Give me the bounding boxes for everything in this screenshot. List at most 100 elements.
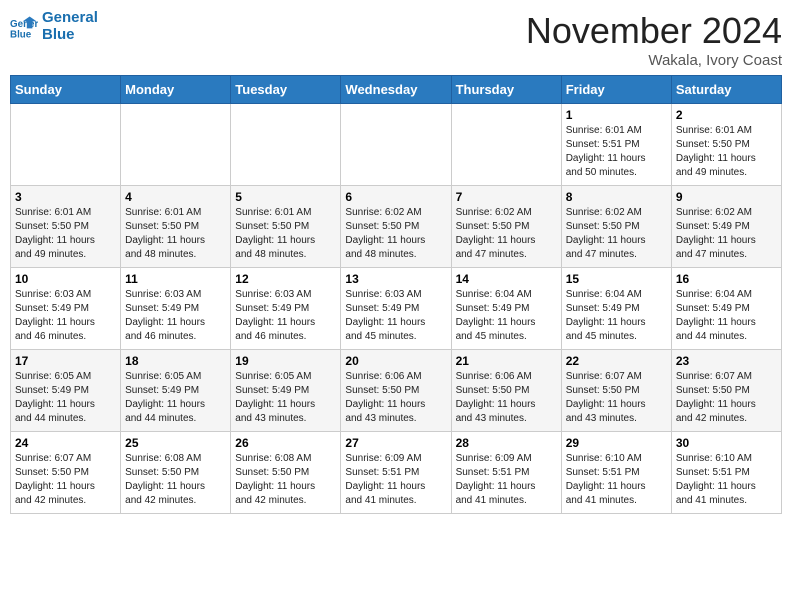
- calendar-body: 1 Sunrise: 6:01 AM Sunset: 5:51 PM Daylig…: [11, 104, 782, 514]
- day-number: 12: [235, 272, 336, 286]
- calendar-cell: 6Sunrise: 6:02 AM Sunset: 5:50 PM Daylig…: [341, 186, 451, 268]
- calendar-week-1: 1 Sunrise: 6:01 AM Sunset: 5:51 PM Daylig…: [11, 104, 782, 186]
- day-number: 10: [15, 272, 116, 286]
- day-number: 18: [125, 354, 226, 368]
- calendar-cell: 11Sunrise: 6:03 AM Sunset: 5:49 PM Dayli…: [121, 268, 231, 350]
- calendar-cell: 16 Sunrise: 6:04 AM Sunset: 5:49 PM Dayli…: [671, 268, 781, 350]
- day-number: 11: [125, 272, 226, 286]
- page-header: General Blue General Blue November 2024 …: [10, 10, 782, 69]
- day-number: 17: [15, 354, 116, 368]
- day-header-thursday: Thursday: [451, 76, 561, 104]
- calendar-cell: 14 Sunrise: 6:04 AM Sunset: 5:49 PM Dayli…: [451, 268, 561, 350]
- day-number: 29: [566, 436, 667, 450]
- calendar-cell: 27Sunrise: 6:09 AM Sunset: 5:51 PM Dayli…: [341, 432, 451, 514]
- day-info: Sunrise: 6:01 AM Sunset: 5:50 PM Dayligh…: [15, 206, 116, 262]
- day-header-saturday: Saturday: [671, 76, 781, 104]
- calendar-cell: 9 Sunrise: 6:02 AM Sunset: 5:49 PM Daylig…: [671, 186, 781, 268]
- calendar-cell: 5Sunrise: 6:01 AM Sunset: 5:50 PM Daylig…: [231, 186, 341, 268]
- calendar-cell: 3Sunrise: 6:01 AM Sunset: 5:50 PM Daylig…: [11, 186, 121, 268]
- calendar-week-3: 10 Sunrise: 6:03 AM Sunset: 5:49 PM Dayli…: [11, 268, 782, 350]
- day-header-wednesday: Wednesday: [341, 76, 451, 104]
- day-info: Sunrise: 6:10 AM Sunset: 5:51 PM Dayligh…: [676, 452, 777, 508]
- day-info: Sunrise: 6:02 AM Sunset: 5:50 PM Dayligh…: [566, 206, 667, 262]
- calendar-cell: 26 Sunrise: 6:08 AM Sunset: 5:50 PM Dayli…: [231, 432, 341, 514]
- calendar-cell: 30 Sunrise: 6:10 AM Sunset: 5:51 PM Dayli…: [671, 432, 781, 514]
- calendar-cell: [341, 104, 451, 186]
- day-info: Sunrise: 6:03 AM Sunset: 5:49 PM Dayligh…: [15, 288, 116, 344]
- day-info: Sunrise: 6:07 AM Sunset: 5:50 PM Dayligh…: [566, 370, 667, 426]
- calendar-cell: [121, 104, 231, 186]
- day-number: 28: [456, 436, 557, 450]
- day-info: Sunrise: 6:08 AM Sunset: 5:50 PM Dayligh…: [235, 452, 336, 508]
- day-info: Sunrise: 6:01 AM Sunset: 5:51 PM Dayligh…: [566, 124, 667, 180]
- day-header-sunday: Sunday: [11, 76, 121, 104]
- day-info: Sunrise: 6:04 AM Sunset: 5:49 PM Dayligh…: [676, 288, 777, 344]
- day-info: Sunrise: 6:02 AM Sunset: 5:50 PM Dayligh…: [345, 206, 446, 262]
- calendar-cell: 25 Sunrise: 6:08 AM Sunset: 5:50 PM Dayli…: [121, 432, 231, 514]
- logo-general: General: [42, 10, 98, 27]
- calendar-cell: 29 Sunrise: 6:10 AM Sunset: 5:51 PM Dayli…: [561, 432, 671, 514]
- day-info: Sunrise: 6:04 AM Sunset: 5:49 PM Dayligh…: [566, 288, 667, 344]
- day-number: 20: [345, 354, 446, 368]
- day-info: Sunrise: 6:03 AM Sunset: 5:49 PM Dayligh…: [235, 288, 336, 344]
- calendar-cell: 8 Sunrise: 6:02 AM Sunset: 5:50 PM Daylig…: [561, 186, 671, 268]
- calendar-cell: 18 Sunrise: 6:05 AM Sunset: 5:49 PM Dayli…: [121, 350, 231, 432]
- day-number: 14: [456, 272, 557, 286]
- day-number: 5: [235, 190, 336, 204]
- day-number: 7: [456, 190, 557, 204]
- logo-icon: General Blue: [10, 13, 38, 41]
- day-info: Sunrise: 6:10 AM Sunset: 5:51 PM Dayligh…: [566, 452, 667, 508]
- day-info: Sunrise: 6:04 AM Sunset: 5:49 PM Dayligh…: [456, 288, 557, 344]
- day-info: Sunrise: 6:07 AM Sunset: 5:50 PM Dayligh…: [15, 452, 116, 508]
- day-info: Sunrise: 6:05 AM Sunset: 5:49 PM Dayligh…: [15, 370, 116, 426]
- calendar-week-5: 24 Sunrise: 6:07 AM Sunset: 5:50 PM Dayli…: [11, 432, 782, 514]
- day-info: Sunrise: 6:01 AM Sunset: 5:50 PM Dayligh…: [125, 206, 226, 262]
- calendar-cell: 13Sunrise: 6:03 AM Sunset: 5:49 PM Dayli…: [341, 268, 451, 350]
- month-title: November 2024: [526, 10, 782, 52]
- day-info: Sunrise: 6:08 AM Sunset: 5:50 PM Dayligh…: [125, 452, 226, 508]
- day-info: Sunrise: 6:07 AM Sunset: 5:50 PM Dayligh…: [676, 370, 777, 426]
- day-info: Sunrise: 6:05 AM Sunset: 5:49 PM Dayligh…: [125, 370, 226, 426]
- day-info: Sunrise: 6:05 AM Sunset: 5:49 PM Dayligh…: [235, 370, 336, 426]
- calendar-cell: 7Sunrise: 6:02 AM Sunset: 5:50 PM Daylig…: [451, 186, 561, 268]
- title-block: November 2024 Wakala, Ivory Coast: [526, 10, 782, 69]
- logo-blue: Blue: [42, 27, 98, 44]
- day-info: Sunrise: 6:01 AM Sunset: 5:50 PM Dayligh…: [676, 124, 777, 180]
- calendar-cell: 19Sunrise: 6:05 AM Sunset: 5:49 PM Dayli…: [231, 350, 341, 432]
- day-number: 9: [676, 190, 777, 204]
- calendar-cell: 23 Sunrise: 6:07 AM Sunset: 5:50 PM Dayli…: [671, 350, 781, 432]
- day-number: 24: [15, 436, 116, 450]
- calendar-cell: 22Sunrise: 6:07 AM Sunset: 5:50 PM Dayli…: [561, 350, 671, 432]
- calendar-cell: 21Sunrise: 6:06 AM Sunset: 5:50 PM Dayli…: [451, 350, 561, 432]
- calendar-cell: 2 Sunrise: 6:01 AM Sunset: 5:50 PM Daylig…: [671, 104, 781, 186]
- calendar-cell: 24 Sunrise: 6:07 AM Sunset: 5:50 PM Dayli…: [11, 432, 121, 514]
- day-info: Sunrise: 6:09 AM Sunset: 5:51 PM Dayligh…: [456, 452, 557, 508]
- calendar-week-4: 17 Sunrise: 6:05 AM Sunset: 5:49 PM Dayli…: [11, 350, 782, 432]
- calendar-cell: 20Sunrise: 6:06 AM Sunset: 5:50 PM Dayli…: [341, 350, 451, 432]
- calendar-cell: 17 Sunrise: 6:05 AM Sunset: 5:49 PM Dayli…: [11, 350, 121, 432]
- day-number: 25: [125, 436, 226, 450]
- calendar-cell: 10 Sunrise: 6:03 AM Sunset: 5:49 PM Dayli…: [11, 268, 121, 350]
- day-number: 13: [345, 272, 446, 286]
- day-number: 4: [125, 190, 226, 204]
- day-number: 1: [566, 108, 667, 122]
- day-info: Sunrise: 6:09 AM Sunset: 5:51 PM Dayligh…: [345, 452, 446, 508]
- calendar-cell: 15Sunrise: 6:04 AM Sunset: 5:49 PM Dayli…: [561, 268, 671, 350]
- day-number: 2: [676, 108, 777, 122]
- day-number: 26: [235, 436, 336, 450]
- calendar-cell: [11, 104, 121, 186]
- calendar-cell: [231, 104, 341, 186]
- logo: General Blue General Blue: [10, 10, 98, 43]
- day-number: 30: [676, 436, 777, 450]
- day-header-tuesday: Tuesday: [231, 76, 341, 104]
- day-number: 23: [676, 354, 777, 368]
- day-info: Sunrise: 6:02 AM Sunset: 5:49 PM Dayligh…: [676, 206, 777, 262]
- calendar-cell: 4 Sunrise: 6:01 AM Sunset: 5:50 PM Daylig…: [121, 186, 231, 268]
- calendar-table: SundayMondayTuesdayWednesdayThursdayFrid…: [10, 75, 782, 514]
- day-number: 16: [676, 272, 777, 286]
- calendar-header-row: SundayMondayTuesdayWednesdayThursdayFrid…: [11, 76, 782, 104]
- day-number: 8: [566, 190, 667, 204]
- day-info: Sunrise: 6:06 AM Sunset: 5:50 PM Dayligh…: [456, 370, 557, 426]
- location: Wakala, Ivory Coast: [526, 52, 782, 69]
- day-header-monday: Monday: [121, 76, 231, 104]
